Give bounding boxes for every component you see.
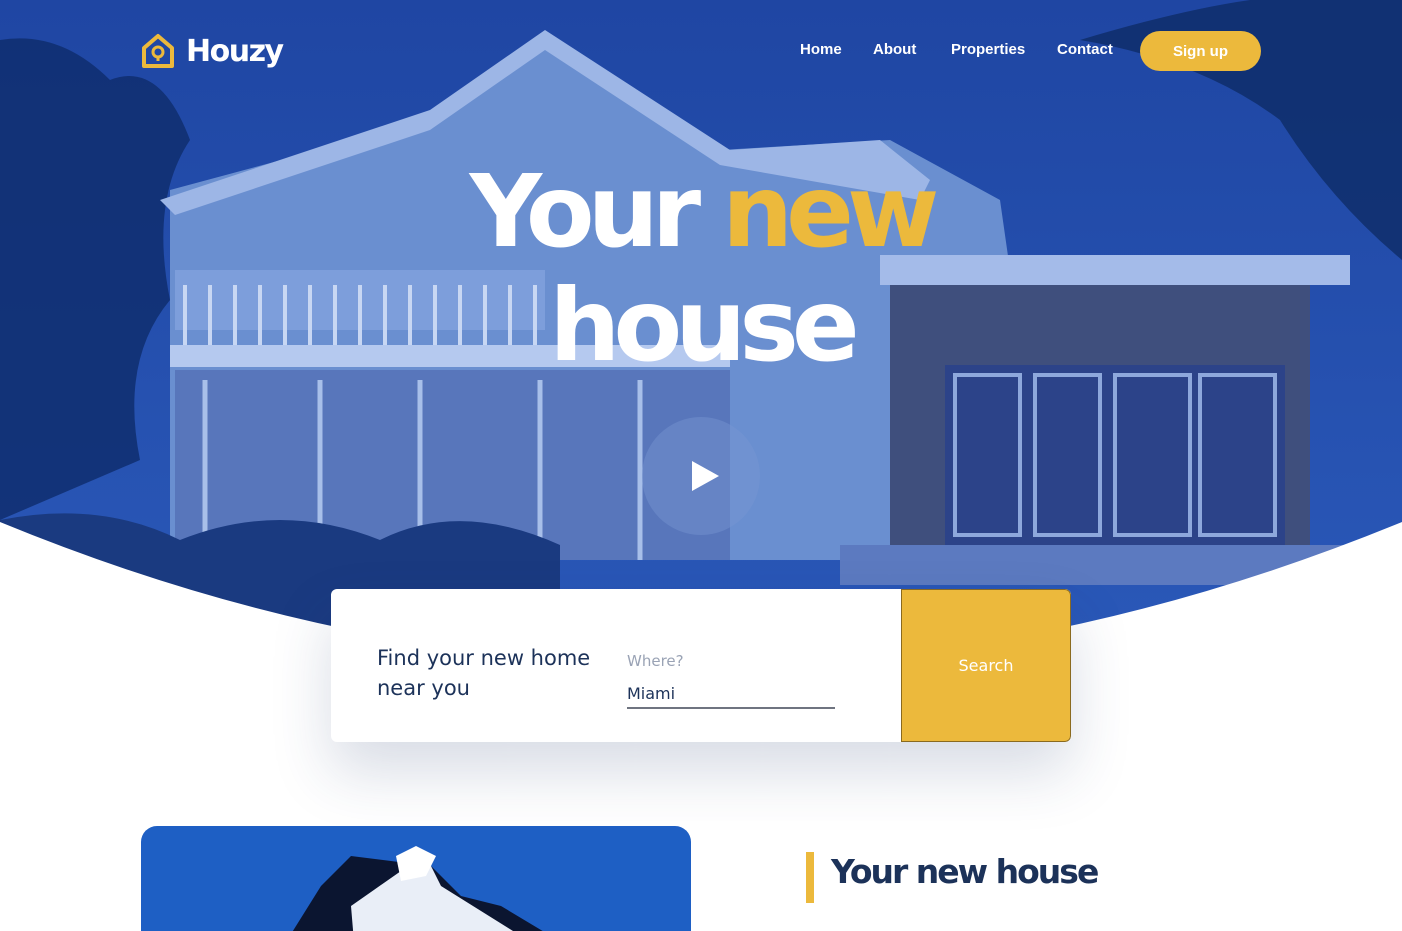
- where-label: Where?: [627, 652, 684, 670]
- nav-home[interactable]: Home: [800, 41, 842, 58]
- search-title: Find your new home near you: [377, 646, 591, 700]
- hero-section: Houzy Home About Properties Contact Sign…: [0, 0, 1402, 640]
- top-navigation: Houzy Home About Properties Contact Sign…: [0, 0, 1402, 100]
- play-video-button[interactable]: [642, 417, 760, 535]
- section-title: Your new house: [831, 852, 1099, 891]
- where-input[interactable]: [627, 679, 835, 709]
- nav-about[interactable]: About: [873, 41, 916, 58]
- play-icon: [691, 461, 719, 491]
- hero-headline: Your new house: [0, 155, 1402, 383]
- logo[interactable]: Houzy: [140, 32, 284, 70]
- nav-properties[interactable]: Properties: [951, 41, 1025, 58]
- section-accent-bar: [806, 852, 814, 903]
- headline-line-1: Your new: [0, 155, 1402, 269]
- search-card: Find your new home near you Where? Searc…: [331, 589, 1071, 742]
- search-button[interactable]: Search: [901, 589, 1071, 742]
- headline-word-new: new: [721, 153, 939, 270]
- property-image: [141, 826, 691, 931]
- headline-word-your: Your: [469, 153, 701, 270]
- logo-text: Houzy: [186, 33, 284, 69]
- signup-button[interactable]: Sign up: [1140, 31, 1261, 71]
- house-logo-icon: [142, 34, 174, 68]
- nav-contact[interactable]: Contact: [1057, 41, 1113, 58]
- headline-word-house: house: [549, 267, 859, 384]
